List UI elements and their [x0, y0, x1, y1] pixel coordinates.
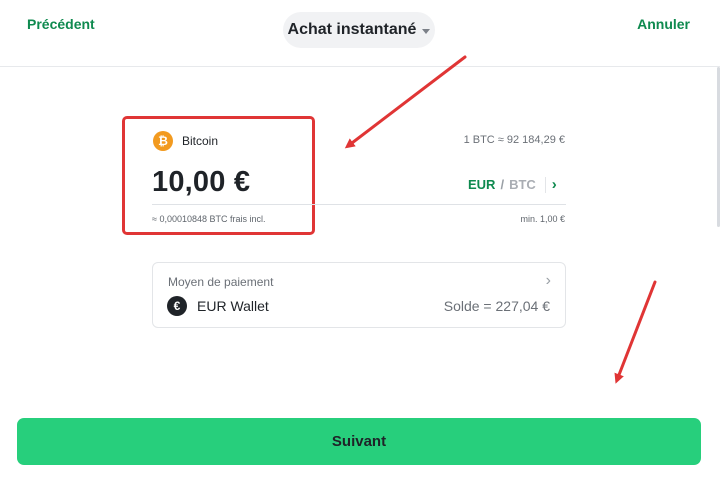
annotation-arrows — [344, 55, 657, 384]
annotation-arrow — [344, 55, 467, 149]
annotation-arrow — [614, 280, 657, 384]
